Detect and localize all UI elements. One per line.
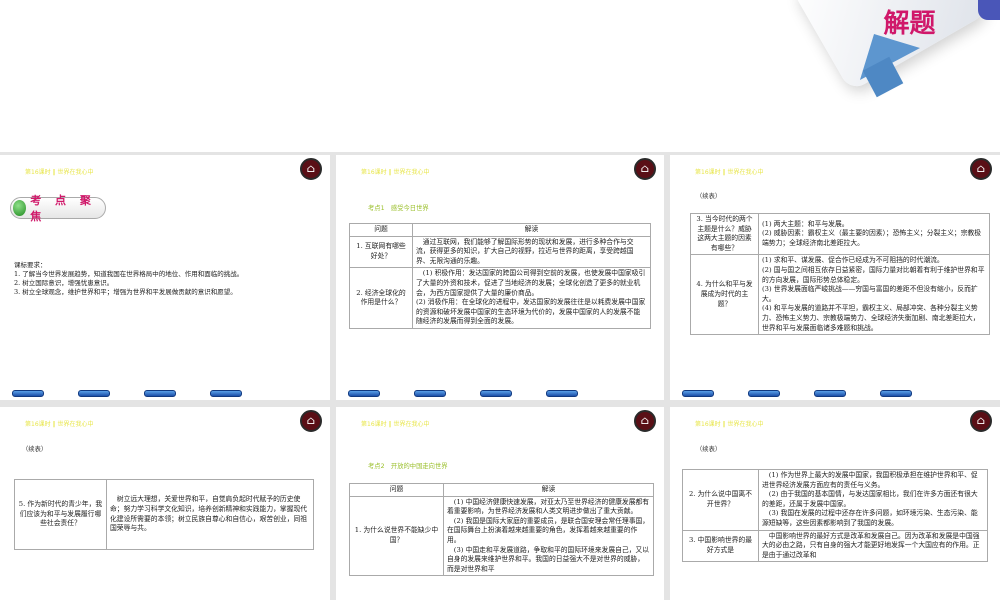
req-title: 课标要求： [14, 261, 47, 269]
req-item: 1. 了解当今世界发展趋势，知道我国在世界格局中的地位、作用和面临的挑战。 [14, 270, 244, 278]
qa-table: 问题 解读 1. 互联网有哪些好处？ 通过互联网，我们能够了解国际形势的现状和发展… [349, 223, 651, 329]
topic-title: 考点2 开放的中国走向世界 [368, 463, 448, 470]
slide-header: 第16课时 ‖ 世界在我心中 [361, 421, 430, 428]
nav-button[interactable] [12, 390, 44, 397]
answer-cell: (1) 中国经济健康快速发展，对亚太乃至世界经济的健康发展都有着重要影响，为世界… [443, 495, 654, 577]
top-banner: 解题 [0, 0, 1000, 152]
answer-cell: 中国影响世界的最好方式是改革和发展自己。因为改革和发展是中国强大的必由之路，只有… [758, 529, 988, 563]
question-cell: 4. 为什么和平与发展成为时代的主题？ [690, 254, 759, 336]
answer-cell: (1) 作为世界上最大的发展中国家，我国积极承担在维护世界和平、促进世界经济发展… [758, 469, 988, 531]
question-cell: 1. 互联网有哪些好处？ [349, 235, 413, 269]
slide-5[interactable]: 第16课时 ‖ 世界在我心中 ⌂ 考点2 开放的中国走向世界 问题 解读 1. 为… [336, 407, 664, 600]
green-dot-icon [13, 200, 27, 216]
home-icon[interactable]: ⌂ [634, 158, 656, 180]
table-row: 3. 中国影响世界的最好方式是 中国影响世界的最好方式是改革和发展自己。因为改革… [682, 529, 988, 563]
nav-button[interactable] [682, 390, 714, 397]
answer-cell: (1) 两大主题：和平与发展。 (2) 威胁因素：霸权主义（最主要的因素）；恐怖… [758, 212, 990, 256]
home-icon[interactable]: ⌂ [634, 410, 656, 432]
home-icon[interactable]: ⌂ [970, 410, 992, 432]
section-tag: 考 点 聚 焦 [10, 194, 106, 223]
nav-button[interactable] [814, 390, 846, 397]
table-row: 2. 经济全球化的作用是什么？ (1) 积极作用：发达国家的跨国公司得到空前的发… [349, 267, 651, 329]
home-icon[interactable]: ⌂ [300, 158, 322, 180]
question-cell: 3. 中国影响世界的最好方式是 [682, 529, 759, 563]
nav-button[interactable] [348, 390, 380, 397]
question-cell: 3. 当今时代的两个主题是什么？威胁这两大主题的因素有哪些？ [690, 212, 759, 256]
answer-cell: 树立远大理想，关爱世界和平，自觉肩负起时代赋予的历史使命；努力学习科学文化知识，… [106, 479, 314, 550]
slide-6[interactable]: 第16课时 ‖ 世界在我心中 ⌂ （续表） 2. 为什么说中国离不开世界？ (1… [670, 407, 1000, 600]
qa-table: 2. 为什么说中国离不开世界？ (1) 作为世界上最大的发展中国家，我国积极承担… [682, 469, 988, 563]
nav-button[interactable] [210, 390, 242, 397]
table-row: 2. 为什么说中国离不开世界？ (1) 作为世界上最大的发展中国家，我国积极承担… [682, 469, 988, 531]
table-row: 1. 为什么说世界不能缺少中国？ (1) 中国经济健康快速发展，对亚太乃至世界经… [349, 495, 654, 577]
nav-button[interactable] [480, 390, 512, 397]
table-row: 5. 作为新时代的青少年，我们应该为和平与发展履行哪些社会责任？ 树立远大理想，… [14, 479, 314, 550]
col-header-answer: 解读 [443, 483, 654, 497]
table-row: 1. 互联网有哪些好处？ 通过互联网，我们能够了解国际形势的现状和发展，进行多种… [349, 235, 651, 269]
qa-table: 问题 解读 1. 为什么说世界不能缺少中国？ (1) 中国经济健康快速发展，对亚太… [349, 483, 654, 577]
question-cell: 1. 为什么说世界不能缺少中国？ [349, 495, 444, 577]
slide-header: 第16课时 ‖ 世界在我心中 [361, 169, 430, 176]
col-header-question: 问题 [349, 223, 413, 237]
table-row: 3. 当今时代的两个主题是什么？威胁这两大主题的因素有哪些？ (1) 两大主题：和… [690, 212, 990, 256]
question-cell: 2. 为什么说中国离不开世界？ [682, 469, 759, 531]
continued-label: （续表） [696, 193, 722, 200]
nav-button[interactable] [546, 390, 578, 397]
nav-button[interactable] [414, 390, 446, 397]
answer-cell: (1) 积极作用：发达国家的跨国公司得到空前的发展，也使发展中国家吸引了大量的外… [412, 267, 651, 329]
answer-cell: 通过互联网，我们能够了解国际形势的现状和发展，进行多种合作与交流，获得更多的知识… [412, 235, 651, 269]
home-icon[interactable]: ⌂ [300, 410, 322, 432]
slide-nav [682, 390, 912, 397]
qa-table: 3. 当今时代的两个主题是什么？威胁这两大主题的因素有哪些？ (1) 两大主题：和… [690, 212, 990, 336]
section-tag-label: 考 点 聚 焦 [30, 194, 96, 223]
home-icon[interactable]: ⌂ [970, 158, 992, 180]
slide-header: 第16课时 ‖ 世界在我心中 [695, 421, 764, 428]
col-header-answer: 解读 [412, 223, 651, 237]
slide-nav [348, 390, 578, 397]
col-header-question: 问题 [349, 483, 444, 497]
nav-button[interactable] [748, 390, 780, 397]
slide-1[interactable]: 第16课时 ‖ 世界在我心中 ⌂ 考 点 聚 焦 课标要求： 1. 了解当今世界… [0, 155, 330, 400]
slide-nav [12, 390, 242, 397]
question-cell: 5. 作为新时代的青少年，我们应该为和平与发展履行哪些社会责任？ [14, 479, 107, 550]
continued-label: （续表） [22, 446, 48, 453]
qa-table: 5. 作为新时代的青少年，我们应该为和平与发展履行哪些社会责任？ 树立远大理想，… [14, 479, 314, 550]
nav-button[interactable] [880, 390, 912, 397]
question-cell: 2. 经济全球化的作用是什么？ [349, 267, 413, 329]
continued-label: （续表） [696, 446, 722, 453]
decorative-tile-blue [978, 0, 1000, 20]
table-row: 4. 为什么和平与发展成为时代的主题？ (1) 求和平、谋发展、促合作已经成为不可… [690, 254, 990, 336]
slide-2[interactable]: 第16课时 ‖ 世界在我心中 ⌂ 考点1 感受今日世界 问题 解读 1. 互联网有… [336, 155, 664, 400]
req-item: 3. 树立全球观念，维护世界和平；增强为世界和平发展做贡献的意识和愿望。 [14, 288, 237, 296]
requirements: 课标要求： 1. 了解当今世界发展趋势，知道我国在世界格局中的地位、作用和面临的… [14, 261, 314, 297]
nav-button[interactable] [78, 390, 110, 397]
slide-3[interactable]: 第16课时 ‖ 世界在我心中 ⌂ （续表） 3. 当今时代的两个主题是什么？威胁… [670, 155, 1000, 400]
slide-header: 第16课时 ‖ 世界在我心中 [25, 421, 94, 428]
slide-header: 第16课时 ‖ 世界在我心中 [25, 169, 94, 176]
slide-4[interactable]: 第16课时 ‖ 世界在我心中 ⌂ （续表） 5. 作为新时代的青少年，我们应该为… [0, 407, 330, 600]
req-item: 2. 树立国际意识，增强忧患意识。 [14, 279, 114, 287]
nav-button[interactable] [144, 390, 176, 397]
topic-title: 考点1 感受今日世界 [368, 205, 429, 212]
slide-header: 第16课时 ‖ 世界在我心中 [695, 169, 764, 176]
answer-cell: (1) 求和平、谋发展、促合作已经成为不可阻挡的时代潮流。 (2) 国与国之间相… [758, 254, 990, 336]
